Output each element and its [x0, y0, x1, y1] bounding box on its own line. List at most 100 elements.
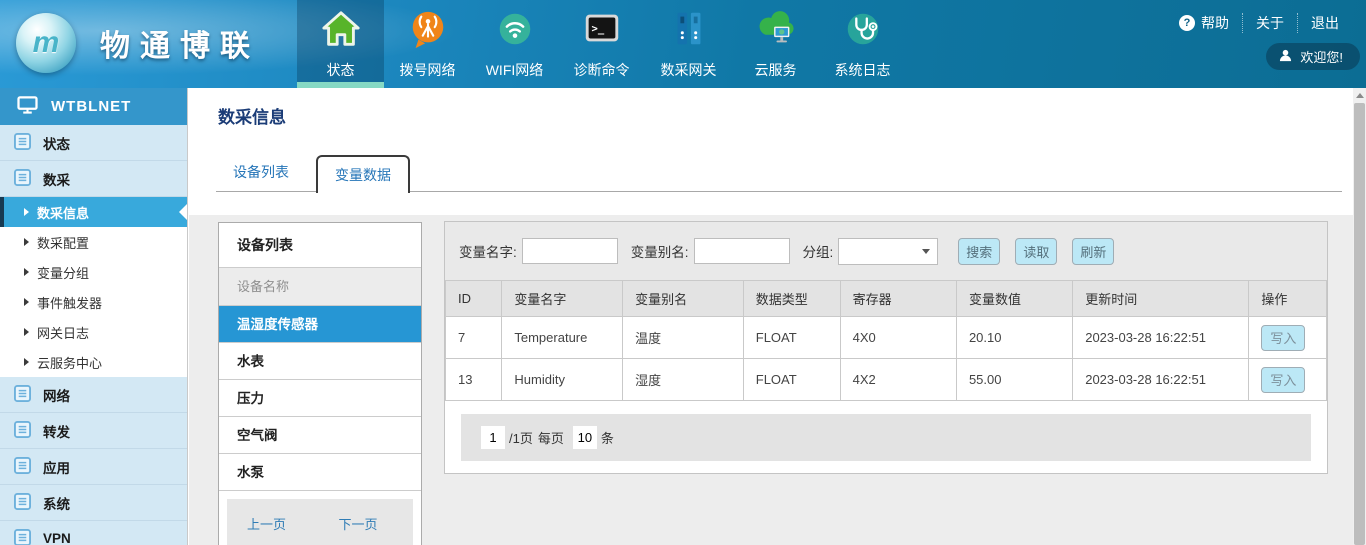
cell-name: Temperature	[502, 317, 623, 359]
submenu-arrow-icon	[24, 298, 29, 306]
sidebar-item-daq-config[interactable]: 数采配置	[0, 227, 187, 257]
refresh-button[interactable]: 刷新	[1072, 238, 1114, 265]
cell-action: 写入	[1249, 359, 1327, 401]
tab-variable-data[interactable]: 变量数据	[316, 155, 410, 193]
main-content: 数采信息 设备列表 变量数据 设备列表 设备名称 温湿度传感器 水表 压力 空气…	[189, 88, 1366, 545]
page-scrollbar[interactable]	[1353, 88, 1366, 545]
svg-text:>_: >_	[591, 23, 604, 35]
device-item-pressure[interactable]: 压力	[219, 380, 421, 417]
nav-item-cloud-service[interactable]: 云服务	[732, 0, 819, 88]
sidebar-item-network[interactable]: 网络	[0, 377, 187, 413]
sidebar-item-system[interactable]: 系统	[0, 485, 187, 521]
sidebar: WTBLNET 状态 数采 数采信息 数采配置 变量分组 事件触发器 网关	[0, 88, 188, 545]
nav-label: 数采网关	[661, 60, 717, 80]
nav-item-diagnostic-command[interactable]: >_ 诊断命令	[558, 0, 645, 88]
list-icon	[14, 421, 31, 441]
nav-label: WIFI网络	[486, 60, 544, 80]
col-header-id: ID	[446, 281, 502, 317]
variables-table: ID 变量名字 变量别名 数据类型 寄存器 变量数值 更新时间 操作 7	[445, 280, 1327, 401]
col-header-register: 寄存器	[840, 281, 956, 317]
cell-datatype: FLOAT	[743, 359, 840, 401]
per-page-input[interactable]	[573, 426, 597, 449]
device-pager: 上一页 下一页	[227, 499, 413, 545]
sidebar-brand-label: WTBLNET	[51, 98, 131, 115]
var-name-label: 变量名字:	[459, 241, 517, 261]
sidebar-group-label: 应用	[43, 457, 70, 477]
cell-updated: 2023-03-28 16:22:51	[1073, 359, 1249, 401]
tab-device-list[interactable]: 设备列表	[216, 155, 306, 191]
device-item-water-meter[interactable]: 水表	[219, 343, 421, 380]
sidebar-item-vpn[interactable]: VPN	[0, 521, 187, 545]
table-row: 7 Temperature 温度 FLOAT 4X0 20.10 2023-03…	[446, 317, 1327, 359]
sidebar-group-label: 系统	[43, 493, 70, 513]
scrollbar-thumb[interactable]	[1354, 103, 1365, 545]
sidebar-item-daq-info[interactable]: 数采信息	[0, 197, 187, 227]
nav-label: 系统日志	[835, 60, 891, 80]
device-name-column-header: 设备名称	[219, 268, 421, 306]
nav-item-system-logs[interactable]: 系统日志	[819, 0, 906, 88]
next-page-link[interactable]: 下一页	[338, 517, 377, 532]
help-link[interactable]: ? 帮助	[1166, 13, 1242, 33]
search-button[interactable]: 搜索	[958, 238, 1000, 265]
var-name-input[interactable]	[522, 238, 618, 264]
table-header-row: ID 变量名字 变量别名 数据类型 寄存器 变量数值 更新时间 操作	[446, 281, 1327, 317]
sidebar-item-cloud-center[interactable]: 云服务中心	[0, 347, 187, 377]
write-button[interactable]: 写入	[1261, 367, 1305, 393]
prev-page-link[interactable]: 上一页	[247, 517, 286, 532]
var-alias-label: 变量别名:	[631, 241, 689, 261]
welcome-label: 欢迎您!	[1300, 47, 1343, 66]
sidebar-item-event-trigger[interactable]: 事件触发器	[0, 287, 187, 317]
logout-link[interactable]: 退出	[1297, 13, 1352, 33]
sidebar-item-status[interactable]: 状态	[0, 125, 187, 161]
sidebar-item-variable-group[interactable]: 变量分组	[0, 257, 187, 287]
wifi-icon	[494, 8, 536, 55]
sidebar-item-gateway-log[interactable]: 网关日志	[0, 317, 187, 347]
sidebar-item-daq[interactable]: 数采	[0, 161, 187, 197]
list-icon	[14, 385, 31, 405]
unit-label: 条	[601, 428, 614, 447]
device-list-panel: 设备列表 设备名称 温湿度传感器 水表 压力 空气阀 水泵 上一页 下一页	[218, 222, 422, 545]
nav-label: 云服务	[755, 60, 797, 80]
about-label: 关于	[1256, 13, 1284, 33]
cell-action: 写入	[1249, 317, 1327, 359]
header-links: ? 帮助 关于 退出	[1166, 13, 1352, 33]
sidebar-sub-label: 云服务中心	[37, 353, 102, 372]
top-nav: 状态 拨号网络	[297, 0, 906, 88]
cell-alias: 温度	[623, 317, 744, 359]
cell-register: 4X2	[840, 359, 956, 401]
var-alias-input[interactable]	[694, 238, 790, 264]
col-header-action: 操作	[1249, 281, 1327, 317]
device-item-air-valve[interactable]: 空气阀	[219, 417, 421, 454]
scrollbar-up-arrow-icon[interactable]	[1353, 88, 1366, 103]
brand-sphere-glyph: m	[33, 26, 60, 60]
nav-item-dial-network[interactable]: 拨号网络	[384, 0, 471, 88]
nav-item-wifi-network[interactable]: WIFI网络	[471, 0, 558, 88]
nav-label: 拨号网络	[400, 60, 456, 80]
about-link[interactable]: 关于	[1242, 13, 1297, 33]
logout-label: 退出	[1311, 13, 1339, 33]
per-page-label: 每页	[538, 428, 564, 447]
group-select[interactable]	[838, 238, 938, 265]
sidebar-group-label: 状态	[43, 133, 70, 153]
sidebar-item-application[interactable]: 应用	[0, 449, 187, 485]
device-item-temp-humidity-sensor[interactable]: 温湿度传感器	[219, 306, 421, 343]
table-row: 13 Humidity 湿度 FLOAT 4X2 55.00 2023-03-2…	[446, 359, 1327, 401]
sidebar-item-forward[interactable]: 转发	[0, 413, 187, 449]
welcome-button[interactable]: 欢迎您!	[1266, 43, 1360, 70]
help-icon: ?	[1179, 15, 1195, 31]
list-icon	[14, 493, 31, 513]
dial-network-icon	[407, 8, 449, 55]
cloud-service-icon	[755, 8, 797, 55]
cell-register: 4X0	[840, 317, 956, 359]
nav-item-status[interactable]: 状态	[297, 0, 384, 88]
device-item-water-pump[interactable]: 水泵	[219, 454, 421, 491]
group-label: 分组:	[803, 241, 834, 261]
page-number-input[interactable]	[481, 426, 505, 449]
write-button[interactable]: 写入	[1261, 325, 1305, 351]
nav-label: 诊断命令	[574, 60, 630, 80]
nav-item-daq-gateway[interactable]: 数采网关	[645, 0, 732, 88]
col-header-updated: 更新时间	[1073, 281, 1249, 317]
terminal-icon: >_	[581, 8, 623, 55]
read-button[interactable]: 读取	[1015, 238, 1057, 265]
col-header-name: 变量名字	[502, 281, 623, 317]
